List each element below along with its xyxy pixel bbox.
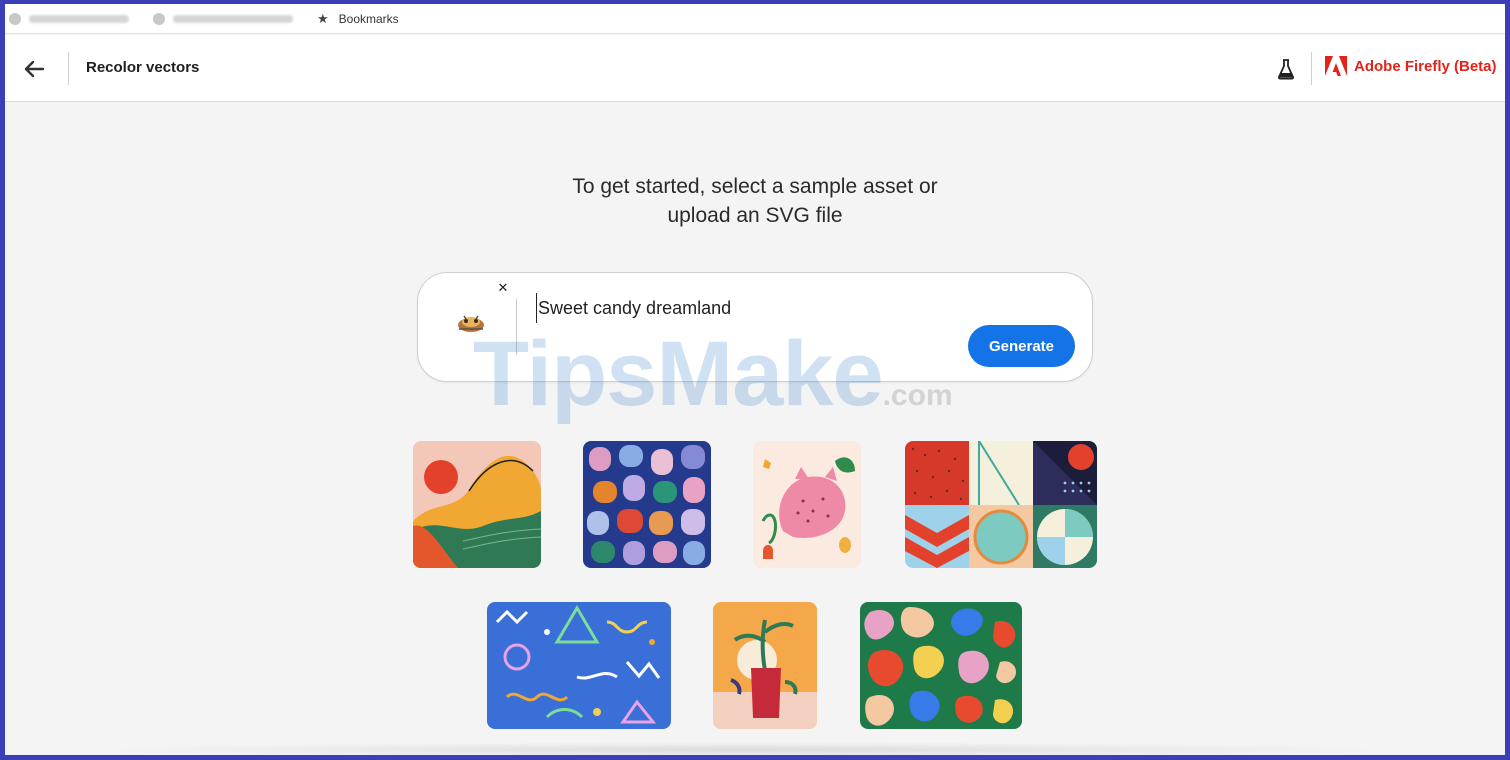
intro-line: upload an SVG file <box>667 204 843 227</box>
sample-asset-squiggle-pattern[interactable] <box>487 602 671 729</box>
favicon-icon <box>9 12 21 25</box>
sample-asset-abstract-landscape[interactable] <box>413 441 541 568</box>
bookmark-label-blurred <box>29 14 129 23</box>
labs-button[interactable] <box>1273 56 1299 82</box>
sample-asset-plant-vase[interactable] <box>713 602 817 729</box>
bookmarks-folder[interactable]: ★ Bookmarks <box>317 4 399 34</box>
prompt-input[interactable] <box>536 293 1056 323</box>
flask-icon <box>1277 59 1295 80</box>
page-title: Recolor vectors <box>86 59 200 76</box>
prompt-box: ✕ Generate <box>417 272 1093 382</box>
brand-link[interactable]: Adobe Firefly (Beta) <box>1325 56 1497 76</box>
app-header: Recolor vectors Adobe Firefly (Beta) <box>5 35 1505 102</box>
bookmarks-label: Bookmarks <box>338 11 399 26</box>
sample-asset-geometric-grid[interactable] <box>905 441 1097 568</box>
browser-window: ★ Bookmarks Recolor vectors Adobe Firefl… <box>5 4 1505 755</box>
sample-asset-animal-pattern[interactable] <box>583 441 711 568</box>
adobe-logo-icon <box>1325 56 1347 76</box>
remove-asset-button[interactable]: ✕ <box>496 281 510 295</box>
watermark-suffix: .com <box>882 379 953 412</box>
close-icon: ✕ <box>497 280 509 295</box>
header-divider <box>68 52 69 85</box>
bookmark-item[interactable] <box>153 4 293 34</box>
bookmarks-bar: ★ Bookmarks <box>5 4 1505 34</box>
back-button[interactable] <box>19 54 49 84</box>
intro-line: To get started, select a sample asset or <box>572 175 938 198</box>
bookmark-label-blurred <box>173 14 293 23</box>
bottom-shadow <box>85 742 1405 755</box>
header-divider <box>1311 52 1312 85</box>
arrow-left-icon <box>24 60 45 78</box>
favicon-icon <box>153 12 165 25</box>
sample-asset-pink-cat-illustration[interactable] <box>753 441 861 568</box>
star-icon: ★ <box>317 10 329 26</box>
sample-asset-blob-pattern[interactable] <box>860 602 1022 729</box>
bookmark-item[interactable] <box>9 4 129 34</box>
prompt-divider <box>516 299 517 355</box>
selected-asset-thumbnail[interactable] <box>454 309 488 337</box>
intro-text: To get started, select a sample asset or… <box>5 172 1505 230</box>
generate-button[interactable]: Generate <box>968 325 1075 367</box>
brand-label: Adobe Firefly (Beta) <box>1354 57 1497 75</box>
